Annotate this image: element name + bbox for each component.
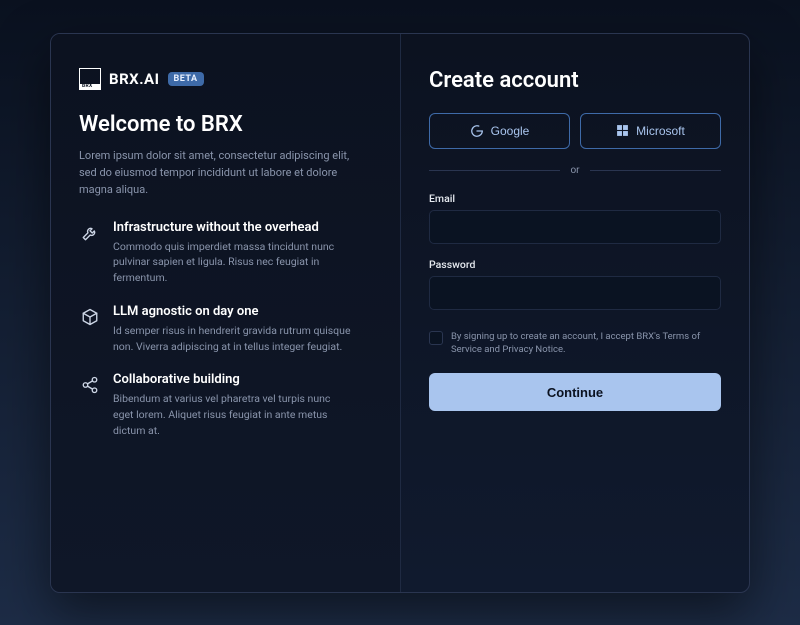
logo-mark-text: BRX	[82, 83, 92, 89]
terms-text: By signing up to create an account, I ac…	[451, 330, 721, 358]
form-panel: Create account Google Microsoft or Email	[400, 34, 749, 592]
intro-text: Lorem ipsum dolor sit amet, consectetur …	[79, 147, 359, 198]
beta-badge: BETA	[168, 72, 204, 86]
microsoft-oauth-label: Microsoft	[636, 124, 685, 138]
logo-mark: BRX	[79, 68, 101, 90]
google-oauth-button[interactable]: Google	[429, 113, 570, 149]
brand-name: BRX.AI	[109, 70, 160, 88]
microsoft-oauth-button[interactable]: Microsoft	[580, 113, 721, 149]
terms-row: By signing up to create an account, I ac…	[429, 330, 721, 358]
welcome-heading: Welcome to BRX	[79, 112, 372, 137]
feature-title: Infrastructure without the overhead	[113, 220, 353, 235]
feature-title: Collaborative building	[113, 372, 353, 387]
continue-label: Continue	[547, 385, 603, 400]
share-icon	[79, 374, 101, 396]
divider-label: or	[570, 165, 579, 176]
cube-icon	[79, 306, 101, 328]
auth-card: BRX BRX.AI BETA Welcome to BRX Lorem ips…	[50, 33, 750, 593]
divider-line	[429, 170, 560, 171]
email-field[interactable]	[429, 210, 721, 244]
google-icon	[470, 124, 484, 138]
create-account-heading: Create account	[429, 68, 721, 93]
logo-row: BRX BRX.AI BETA	[79, 68, 372, 90]
divider-line	[590, 170, 721, 171]
password-label: Password	[429, 258, 721, 271]
wrench-icon	[79, 222, 101, 244]
feature-body: Bibendum at varius vel pharetra vel turp…	[113, 391, 353, 438]
password-field[interactable]	[429, 276, 721, 310]
email-label: Email	[429, 192, 721, 205]
feature-infrastructure: Infrastructure without the overhead Comm…	[79, 220, 372, 286]
feature-body: Id semper risus in hendrerit gravida rut…	[113, 323, 353, 355]
microsoft-icon	[616, 124, 629, 137]
oauth-row: Google Microsoft	[429, 113, 721, 149]
google-oauth-label: Google	[491, 124, 530, 138]
feature-body: Commodo quis imperdiet massa tincidunt n…	[113, 239, 353, 286]
continue-button[interactable]: Continue	[429, 373, 721, 411]
feature-collaborative: Collaborative building Bibendum at variu…	[79, 372, 372, 438]
marketing-panel: BRX BRX.AI BETA Welcome to BRX Lorem ips…	[51, 34, 400, 592]
feature-llm-agnostic: LLM agnostic on day one Id semper risus …	[79, 304, 372, 355]
terms-checkbox[interactable]	[429, 331, 443, 345]
or-divider: or	[429, 165, 721, 176]
feature-title: LLM agnostic on day one	[113, 304, 353, 319]
